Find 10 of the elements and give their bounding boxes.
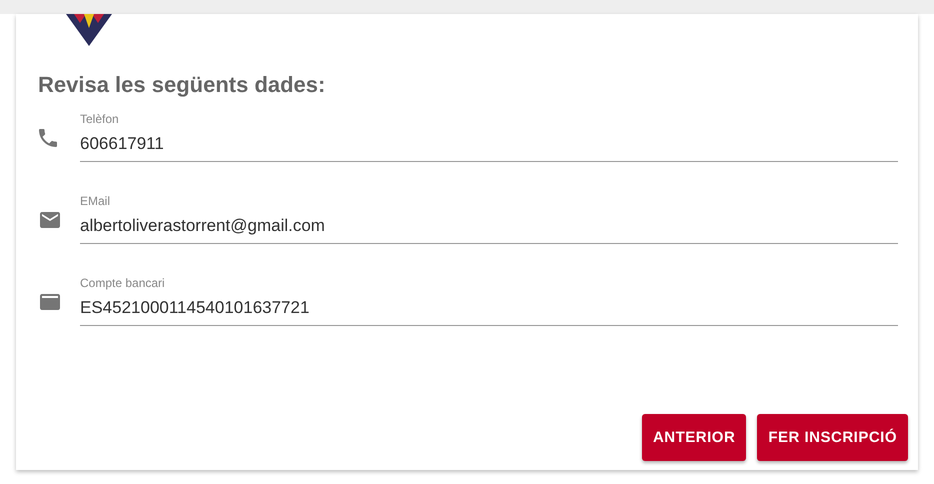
action-button[interactable]: FER INSCRIPCIÓ	[757, 414, 908, 461]
field-label: EMail	[80, 194, 110, 208]
field-label: Compte bancari	[80, 276, 165, 290]
action-button[interactable]: ANTERIOR	[642, 414, 746, 461]
input-field[interactable]: 606617911	[80, 126, 898, 162]
form-heading: Revisa les següents dades:	[38, 72, 326, 99]
crest-icon	[66, 14, 112, 46]
input-field[interactable]: albertoliverastorrent@gmail.com	[80, 208, 898, 244]
input-field[interactable]: ES4521000114540101637721	[80, 290, 898, 326]
field-label: Telèfon	[80, 112, 119, 126]
